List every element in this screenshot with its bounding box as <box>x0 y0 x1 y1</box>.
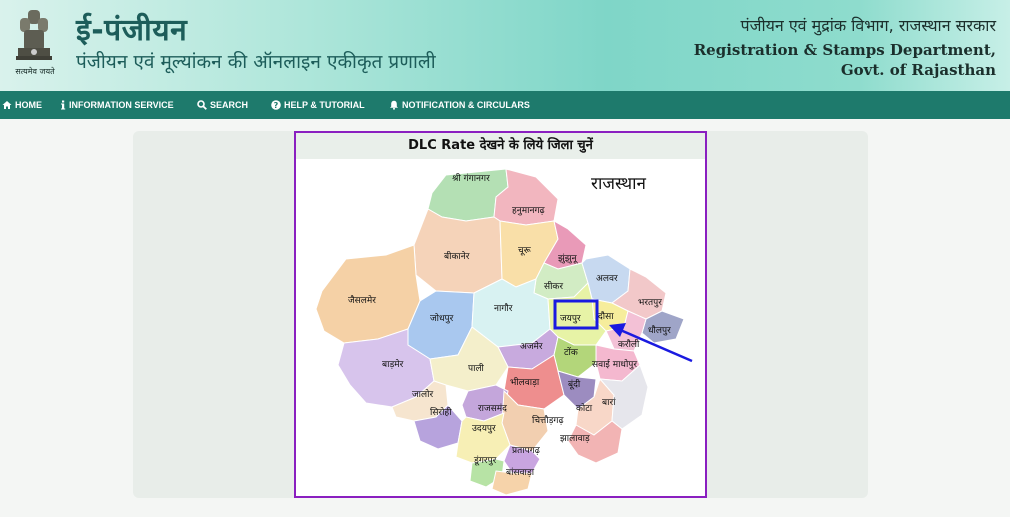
state-name-label: राजस्थान <box>591 174 647 194</box>
label-jodhpur: जोधपुर <box>430 312 454 324</box>
search-icon <box>197 100 207 110</box>
district-bikaner[interactable] <box>413 208 503 294</box>
nav-notification-circulars[interactable]: NOTIFICATION & CIRCULARS <box>389 91 530 119</box>
label-dausa: दौसा <box>598 310 614 322</box>
nav-information-service[interactable]: INFORMATION SERVICE <box>60 91 174 119</box>
label-jhalawar: झालावाड़ <box>560 434 590 444</box>
panel-title: DLC Rate देखने के लिये जिला चुनें <box>296 133 705 159</box>
nav-help-tutorial[interactable]: ? HELP & TUTORIAL <box>271 91 365 119</box>
site-subtitle: पंजीयन एवं मूल्यांकन की ऑनलाइन एकीकृत प्… <box>76 51 436 73</box>
label-jaisalmer: जैसलमेर <box>348 294 376 306</box>
site-title: ई-पंजीयन <box>76 13 188 48</box>
nav-search-label: SEARCH <box>210 100 249 110</box>
label-banswara: बांसवाड़ा <box>506 467 535 478</box>
district-selection-panel: DLC Rate देखने के लिये जिला चुनें राजस्थ… <box>294 131 707 498</box>
government-name-english: Govt. of Rajasthan <box>840 61 996 79</box>
label-jalore: जालोर <box>412 388 433 400</box>
label-udaipur: उदयपुर <box>472 424 496 434</box>
district-jaisalmer[interactable] <box>315 244 421 344</box>
label-chittorgarh: चित्तौड़गढ़ <box>532 414 564 426</box>
help-icon: ? <box>271 100 281 110</box>
label-dholpur: धौलपुर <box>648 324 671 336</box>
label-ganganagar: श्री गंगानगर <box>452 172 490 184</box>
label-dungarpur: डूंगरपुर <box>473 455 497 466</box>
label-jaipur: जयपुर <box>560 314 581 324</box>
label-karauli: करौली <box>618 338 640 350</box>
label-kota: कोटा <box>576 402 593 414</box>
label-pali: पाली <box>468 362 485 374</box>
label-baran: बारां <box>602 397 616 408</box>
main-navbar: HOME INFORMATION SERVICE SEARCH ? HELP & … <box>0 91 1010 119</box>
svg-text:?: ? <box>274 101 279 110</box>
nav-home-label: HOME <box>15 100 42 110</box>
info-icon <box>61 100 66 110</box>
label-barmer: बाड़मेर <box>382 358 404 370</box>
rajasthan-district-map: राजस्थान श्री गंगानगर हनुमानगढ़ बीकानेर … <box>315 168 693 496</box>
label-bundi: बूंदी <box>568 378 581 390</box>
label-hanumangarh: हनुमानगढ़ <box>512 206 546 216</box>
label-bharatpur: भरतपुर <box>638 298 662 308</box>
label-nagaur: नागौर <box>494 302 513 314</box>
bell-icon <box>390 100 398 110</box>
home-icon <box>2 101 12 109</box>
label-churu: चूरू <box>518 246 532 256</box>
nav-notification-circulars-label: NOTIFICATION & CIRCULARS <box>402 100 530 110</box>
department-name-hindi: पंजीयन एवं मुद्रांक विभाग, राजस्थान सरका… <box>740 16 996 35</box>
label-jhunjhunu: झुंझुनू <box>558 253 579 264</box>
nav-search[interactable]: SEARCH <box>197 91 248 119</box>
nav-home[interactable]: HOME <box>2 91 42 119</box>
nav-information-service-label: INFORMATION SERVICE <box>69 100 174 110</box>
label-rajsamand: राजसमंद <box>478 403 507 414</box>
label-pratapgarh: प्रतापगढ़ <box>512 446 541 456</box>
label-tonk: टोंक <box>564 346 579 358</box>
nav-help-tutorial-label: HELP & TUTORIAL <box>284 100 365 110</box>
label-bhilwara: भीलवाड़ा <box>510 376 540 388</box>
label-sikar: सीकर <box>544 280 563 292</box>
label-bikaner: बीकानेर <box>444 250 470 262</box>
label-ajmer: अजमेर <box>520 340 543 352</box>
emblem-motto: सत्यमेव जयते <box>15 67 55 76</box>
label-sirohi: सिरोही <box>430 406 452 418</box>
department-name-english: Registration & Stamps Department, <box>693 41 996 59</box>
site-header: सत्यमेव जयते ई-पंजीयन पंजीयन एवं मूल्यां… <box>0 0 1010 91</box>
label-alwar: अलवर <box>596 274 618 284</box>
label-sawai-madhopur: सवाई माधोपुर <box>592 358 637 370</box>
